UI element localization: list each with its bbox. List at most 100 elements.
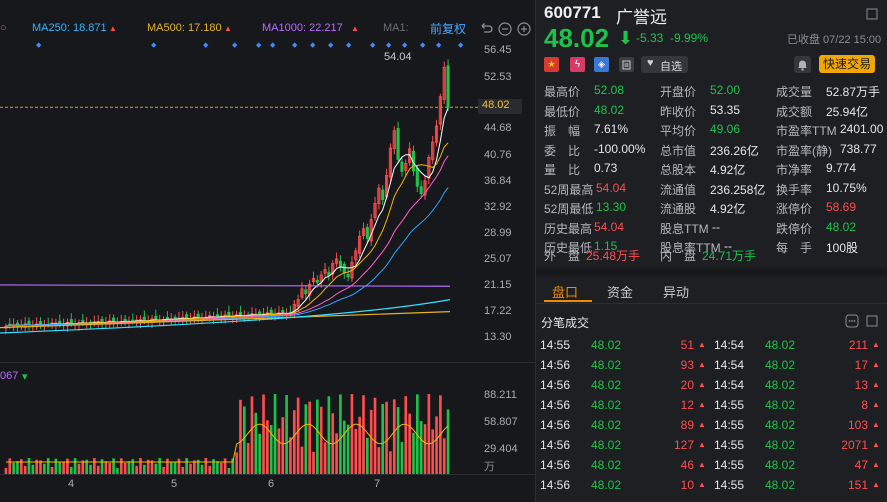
stat-label: 最低价 (544, 104, 581, 119)
stat-label: 历史最高 (544, 221, 593, 236)
volume-bar (273, 394, 277, 474)
trade-time: 14:56 (540, 378, 571, 392)
volume-bar (239, 399, 242, 474)
stat-value: 48.02 (826, 219, 857, 234)
volume-bar (342, 420, 346, 474)
trade-volume: 103 (847, 418, 868, 432)
volume-bar (112, 458, 115, 474)
stat-value: 236.258亿 (710, 182, 766, 197)
volume-bar (381, 403, 385, 474)
tab-1[interactable]: 资金 (607, 282, 633, 301)
kline-chart-panel[interactable]: ○ MA250: 18.871 ▲ MA500: 17.180 ▲ MA1000: 22… (0, 0, 535, 502)
trade-direction-icon: ▲ (872, 400, 880, 409)
volume-bar (119, 458, 123, 474)
stat-label: 成交量 (776, 85, 813, 99)
zoom-out-icon[interactable] (497, 21, 513, 37)
volume-bar (12, 462, 15, 474)
volume-bar (162, 466, 165, 474)
trade-price: 48.02 (591, 438, 622, 452)
volume-bar (385, 401, 388, 474)
trade-time: 14:55 (714, 438, 745, 452)
volume-bar (442, 438, 446, 474)
trade-row: 14:56 48.02 12 ▲ 14:55 48.02 8 ▲ (536, 396, 887, 416)
more-icon[interactable] (844, 313, 860, 329)
candle-body (227, 311, 231, 317)
stat-value: 52.00 (710, 83, 741, 97)
volume-bar (73, 458, 77, 474)
volume-bar (377, 447, 381, 474)
candle-body (27, 320, 31, 326)
volume-bar (69, 466, 73, 474)
trade-direction-icon: ▲ (698, 480, 706, 489)
adjust-mode-button[interactable]: 前复权 (430, 20, 466, 37)
volume-bar (93, 458, 96, 474)
tag-icon[interactable]: ◈ (594, 57, 609, 72)
ma-up-arrow-icon: ▲ (224, 24, 232, 33)
volume-bar (300, 446, 304, 474)
stock-name: 广誉远 (616, 8, 667, 27)
x-axis-label: 7 (374, 478, 381, 490)
zoom-in-icon[interactable] (516, 21, 532, 37)
window-toggle-icon[interactable] (864, 6, 880, 22)
last-price: 48.02 (544, 23, 610, 53)
volume-bar (108, 462, 112, 474)
trade-volume: 12 (680, 398, 694, 412)
trade-price: 48.02 (591, 458, 622, 472)
bell-icon[interactable] (794, 56, 811, 73)
stat-value: 738.77 (840, 141, 877, 156)
trade-volume: 47 (854, 458, 868, 472)
candle-body (269, 309, 273, 315)
undo-icon[interactable] (478, 21, 494, 37)
volume-bar (143, 464, 146, 474)
ma5-line (5, 107, 449, 327)
volume-bar (135, 465, 138, 474)
inner-volume-label: 内 盘 (660, 249, 697, 263)
lightning-icon[interactable]: ϟ (570, 57, 585, 72)
tab-0[interactable]: 盘口 (552, 282, 578, 301)
trade-volume: 17 (854, 358, 868, 372)
market-status: 已收盘 07/22 15:00 (787, 34, 882, 46)
stat-label: 涨停价 (776, 202, 813, 216)
trade-row: 14:56 48.02 89 ▲ 14:55 48.02 103 ▲ (536, 416, 887, 436)
tab-2[interactable]: 异动 (663, 282, 689, 301)
candle-body (281, 310, 285, 313)
trade-time: 14:56 (540, 398, 571, 412)
volume-bar (431, 429, 435, 474)
add-favorite-button[interactable]: ♥ 自选 (641, 56, 688, 73)
window-icon[interactable] (864, 313, 880, 329)
volume-bar (223, 458, 227, 474)
quick-trade-button[interactable]: 快速交易 (819, 55, 875, 73)
stat-value: 4.92亿 (710, 202, 746, 216)
stat-value: -100.00% (594, 141, 646, 156)
volume-bar (277, 428, 281, 474)
volume-bar (354, 428, 358, 474)
price-axis-label: 13.30 (484, 331, 512, 343)
price-axis-label: 56.45 (484, 44, 512, 56)
trade-price: 48.02 (591, 398, 622, 412)
candle-body (123, 318, 127, 321)
volume-bar (62, 461, 65, 474)
china-flag-icon[interactable]: ★ (544, 57, 559, 72)
volume-unit: 万 (484, 461, 495, 473)
trade-volume: 89 (680, 418, 694, 432)
volume-bar (212, 459, 215, 474)
x-axis-label: 5 (171, 478, 178, 490)
trade-row: 14:56 48.02 93 ▲ 14:54 48.02 17 ▲ (536, 356, 887, 376)
volume-bar (419, 421, 423, 474)
volume-bar (31, 464, 35, 474)
volume-bar (250, 396, 254, 474)
volume-bar (216, 461, 219, 474)
trade-direction-icon: ▲ (698, 460, 706, 469)
candle-body (446, 65, 450, 108)
document-icon[interactable] (619, 57, 634, 72)
trade-time: 14:55 (540, 338, 571, 352)
stat-label: 流通股 (660, 202, 697, 216)
candlestick-plot[interactable] (0, 38, 535, 368)
stat-label: 总市值 (660, 143, 697, 158)
trade-time: 14:56 (540, 418, 571, 432)
trade-volume: 10 (680, 478, 694, 492)
volume-bar (139, 458, 142, 474)
trade-direction-icon: ▲ (872, 420, 880, 429)
volume-bar (8, 458, 12, 474)
candle-body (419, 186, 423, 194)
